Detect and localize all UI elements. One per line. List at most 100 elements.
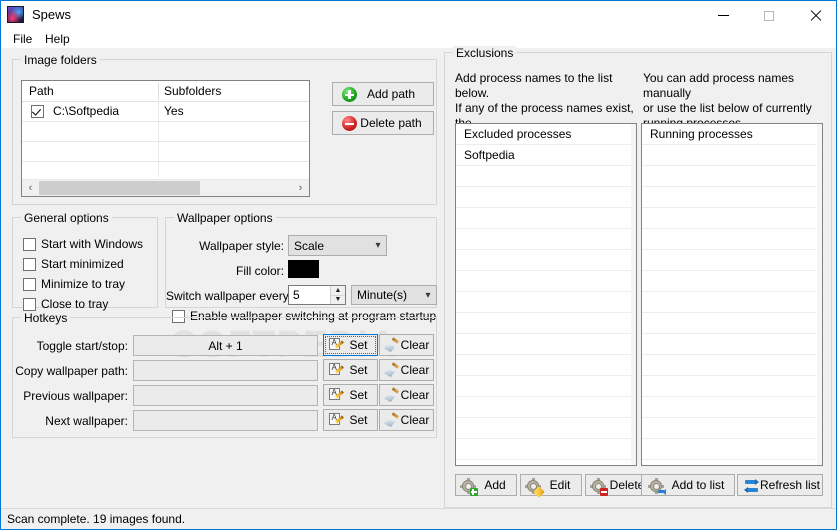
- interval-stepper[interactable]: 5 ▲ ▼: [288, 285, 346, 305]
- row-checkbox[interactable]: [31, 105, 44, 118]
- checkbox-label: Close to tray: [41, 297, 109, 311]
- hotkey-clear-button-next[interactable]: Clear: [379, 409, 434, 431]
- column-header-subfolders[interactable]: Subfolders: [164, 84, 221, 98]
- set-key-icon: [329, 413, 344, 427]
- list-item-empty[interactable]: [642, 418, 817, 439]
- stepper-down-icon[interactable]: ▼: [331, 296, 345, 305]
- interval-label: Switch wallpaper every:: [166, 289, 293, 303]
- list-item-empty[interactable]: [642, 397, 817, 418]
- list-item-empty[interactable]: [456, 271, 631, 292]
- stepper-buttons[interactable]: ▲ ▼: [330, 286, 345, 304]
- gear-arrow-icon: [648, 478, 666, 495]
- checkbox-start-minimized[interactable]: Start minimized: [23, 256, 124, 272]
- hotkey-set-button-next[interactable]: Set: [323, 409, 378, 431]
- close-icon: [810, 10, 821, 21]
- checkbox-box[interactable]: [23, 297, 36, 311]
- folder-list-header: Path Subfolders: [22, 81, 309, 102]
- list-item-empty[interactable]: [642, 334, 817, 355]
- list-item-empty[interactable]: [456, 187, 631, 208]
- maximize-button[interactable]: [746, 1, 792, 30]
- excluded-list-scrollbar[interactable]: [631, 124, 636, 465]
- list-item-empty[interactable]: [642, 166, 817, 187]
- column-header-path[interactable]: Path: [29, 84, 54, 98]
- checkbox-start-with-windows[interactable]: Start with Windows: [23, 236, 143, 252]
- scroll-right-icon[interactable]: ›: [292, 180, 309, 196]
- hotkey-field-toggle[interactable]: Alt + 1: [133, 335, 318, 356]
- list-item-empty[interactable]: [456, 313, 631, 334]
- checkbox-box[interactable]: [23, 257, 36, 271]
- running-processes-list[interactable]: Running processes: [641, 123, 823, 466]
- list-item-empty[interactable]: [642, 313, 817, 334]
- hotkey-set-button-previous[interactable]: Set: [323, 384, 378, 406]
- hotkey-set-button-copy-path[interactable]: Set: [323, 359, 378, 381]
- list-item-empty[interactable]: [456, 397, 631, 418]
- hotkey-field-next[interactable]: [133, 410, 318, 431]
- set-key-icon: [329, 338, 344, 352]
- running-list-header: Running processes: [642, 124, 817, 145]
- list-item-empty[interactable]: [642, 271, 817, 292]
- checkbox-close-to-tray[interactable]: Close to tray: [23, 296, 108, 312]
- hotkey-clear-button-previous[interactable]: Clear: [379, 384, 434, 406]
- folder-list[interactable]: Path Subfolders C:\Softpedia Yes ‹ ›: [21, 80, 310, 197]
- wallpaper-style-label: Wallpaper style:: [199, 239, 284, 253]
- hotkey-label-copy-path: Copy wallpaper path:: [15, 364, 128, 378]
- excluded-list-header-label: Excluded processes: [464, 127, 572, 141]
- hotkey-field-previous[interactable]: [133, 385, 318, 406]
- list-item-empty[interactable]: [642, 208, 817, 229]
- list-item-empty[interactable]: [456, 250, 631, 271]
- menu-item-file[interactable]: File: [7, 31, 38, 47]
- list-item-empty[interactable]: [456, 334, 631, 355]
- list-item-empty[interactable]: [642, 145, 817, 166]
- list-item-empty[interactable]: [456, 418, 631, 439]
- close-button[interactable]: [792, 1, 836, 30]
- list-item-empty[interactable]: [642, 229, 817, 250]
- exclusions-add-button[interactable]: Add: [455, 474, 517, 496]
- list-item-empty[interactable]: [456, 166, 631, 187]
- hotkey-clear-button-toggle[interactable]: Clear: [379, 334, 434, 356]
- exclusions-refresh-list-button[interactable]: Refresh list: [737, 474, 823, 496]
- stepper-up-icon[interactable]: ▲: [331, 286, 345, 296]
- table-row-empty[interactable]: [22, 122, 309, 142]
- exclusions-add-to-list-button[interactable]: Add to list: [641, 474, 735, 496]
- list-item-empty[interactable]: [642, 355, 817, 376]
- add-path-button[interactable]: Add path: [332, 82, 434, 106]
- list-item-empty[interactable]: [456, 439, 631, 460]
- hotkey-clear-button-copy-path[interactable]: Clear: [379, 359, 434, 381]
- horizontal-scrollbar[interactable]: ‹ ›: [22, 179, 309, 196]
- list-item-empty[interactable]: [642, 376, 817, 397]
- scrollbar-thumb[interactable]: [39, 181, 200, 195]
- checkbox-minimize-to-tray[interactable]: Minimize to tray: [23, 276, 125, 292]
- minimize-button[interactable]: [700, 1, 746, 30]
- exclusions-edit-button[interactable]: Edit: [520, 474, 582, 498]
- general-options-legend: General options: [21, 211, 112, 225]
- broom-icon: [384, 412, 400, 428]
- hotkey-label-previous: Previous wallpaper:: [23, 389, 128, 403]
- list-item-empty[interactable]: [456, 292, 631, 313]
- menu-item-help[interactable]: Help: [39, 31, 76, 47]
- app-aurora-icon: [7, 6, 24, 23]
- list-item-empty[interactable]: [456, 376, 631, 397]
- list-item-empty[interactable]: [456, 229, 631, 250]
- interval-value[interactable]: 5: [289, 286, 330, 304]
- checkbox-box[interactable]: [23, 237, 36, 251]
- list-item-empty[interactable]: [642, 250, 817, 271]
- list-item-empty[interactable]: [642, 292, 817, 313]
- table-row[interactable]: C:\Softpedia Yes: [22, 102, 309, 122]
- hotkey-set-button-toggle[interactable]: Set: [323, 334, 378, 356]
- list-item-empty[interactable]: [456, 355, 631, 376]
- wallpaper-style-select[interactable]: Scale ▾: [288, 235, 387, 256]
- interval-unit-select[interactable]: Minute(s) ▾: [351, 285, 437, 305]
- list-item-empty[interactable]: [642, 187, 817, 208]
- exclusions-description-right: You can add process names manually or us…: [643, 71, 812, 130]
- list-item-empty[interactable]: [642, 439, 817, 460]
- scroll-left-icon[interactable]: ‹: [22, 180, 39, 196]
- excluded-processes-list[interactable]: Excluded processes Softpedia: [455, 123, 637, 466]
- table-row-empty[interactable]: [22, 142, 309, 162]
- list-item-empty[interactable]: [456, 208, 631, 229]
- hotkey-field-copy-path[interactable]: [133, 360, 318, 381]
- fill-color-swatch[interactable]: [288, 260, 319, 278]
- checkbox-box[interactable]: [23, 277, 36, 291]
- list-item[interactable]: Softpedia: [456, 145, 631, 166]
- running-list-scrollbar[interactable]: [817, 124, 822, 465]
- delete-path-button[interactable]: Delete path: [332, 111, 434, 135]
